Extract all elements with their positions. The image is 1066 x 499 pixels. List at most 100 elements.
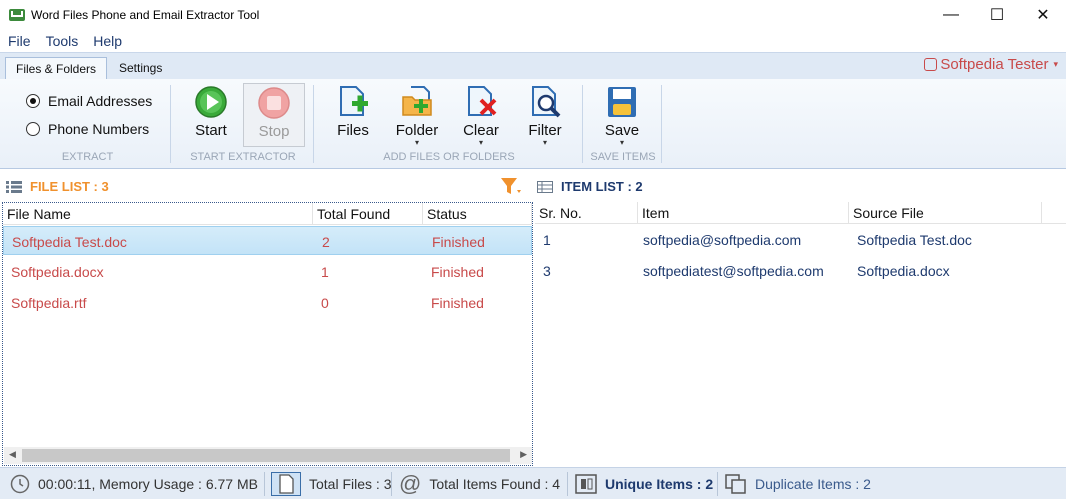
scrollbar-thumb[interactable] bbox=[22, 449, 510, 462]
window-title: Word Files Phone and Email Extractor Too… bbox=[31, 8, 260, 22]
column-source-file[interactable]: Source File bbox=[849, 202, 1042, 224]
status-cell: Finished bbox=[431, 295, 484, 311]
stop-icon bbox=[257, 86, 291, 120]
scroll-right-icon[interactable]: ▶ bbox=[520, 449, 527, 460]
stop-label: Stop bbox=[258, 123, 290, 140]
close-button[interactable]: ✕ bbox=[1020, 0, 1066, 30]
file-icon bbox=[271, 472, 301, 496]
total-found-cell: 0 bbox=[321, 295, 329, 311]
file-name-cell: Softpedia.docx bbox=[11, 264, 104, 280]
total-files-text: Total Files : 3 bbox=[309, 476, 392, 492]
item-list-table-header: Sr. No. Item Source File bbox=[535, 202, 1066, 224]
save-disk-icon bbox=[605, 85, 639, 119]
clear-button[interactable]: Clear ▾ bbox=[450, 83, 512, 147]
list-headers: FILE LIST : 3 ITEM LIST : 2 bbox=[0, 170, 1066, 202]
file-list-table-header: File Name Total Found Status bbox=[3, 203, 532, 225]
time-memory-text: 00:00:11, Memory Usage : 6.77 MB bbox=[38, 476, 258, 492]
radio-phone-label: Phone Numbers bbox=[48, 121, 150, 137]
scroll-left-icon[interactable]: ◀ bbox=[9, 449, 16, 460]
app-mail-icon bbox=[9, 9, 25, 21]
file-row[interactable]: Softpedia Test.doc 2 Finished bbox=[3, 226, 532, 255]
group-label-start-extractor: START EXTRACTOR bbox=[190, 151, 296, 163]
status-separator bbox=[717, 472, 718, 496]
item-row[interactable]: 3 softpediatest@softpedia.com Softpedia.… bbox=[535, 256, 1066, 285]
status-cell: Finished bbox=[431, 264, 484, 280]
file-name-cell: Softpedia.rtf bbox=[11, 295, 87, 311]
menu-file[interactable]: File bbox=[0, 33, 38, 49]
radio-email-addresses[interactable]: Email Addresses bbox=[26, 93, 152, 109]
minimize-button[interactable]: — bbox=[928, 0, 974, 30]
status-total-items: @ Total Items Found : 4 bbox=[399, 468, 560, 499]
filter-funnel-icon[interactable] bbox=[500, 177, 524, 197]
user-menu[interactable]: Softpedia Tester ▾ bbox=[924, 56, 1058, 73]
column-item[interactable]: Item bbox=[638, 202, 849, 224]
item-row[interactable]: 1 softpedia@softpedia.com Softpedia Test… bbox=[535, 225, 1066, 254]
start-button[interactable]: Start bbox=[180, 83, 242, 147]
column-total-found[interactable]: Total Found bbox=[313, 203, 423, 225]
save-button[interactable]: Save ▾ bbox=[591, 83, 653, 147]
status-separator bbox=[264, 472, 265, 496]
ribbon-separator bbox=[313, 85, 314, 163]
source-file-cell: Softpedia Test.doc bbox=[857, 232, 972, 248]
filter-caret-icon: ▾ bbox=[542, 138, 547, 147]
folder-label: Folder bbox=[395, 122, 439, 139]
total-found-cell: 2 bbox=[322, 234, 330, 250]
status-separator bbox=[567, 472, 568, 496]
ribbon-separator bbox=[582, 85, 583, 163]
user-caret-icon: ▾ bbox=[1053, 59, 1058, 69]
menu-bar: File Tools Help bbox=[0, 30, 1066, 52]
stop-button[interactable]: Stop bbox=[243, 83, 305, 147]
sr-no-cell: 3 bbox=[543, 263, 551, 279]
add-folder-icon bbox=[400, 85, 434, 119]
clear-caret-icon: ▾ bbox=[478, 138, 483, 147]
radio-email-label: Email Addresses bbox=[48, 93, 153, 109]
status-unique-items: Unique Items : 2 bbox=[575, 468, 713, 499]
duplicate-items-icon bbox=[725, 474, 746, 494]
table-icon bbox=[537, 180, 553, 193]
duplicate-items-text: Duplicate Items : 2 bbox=[755, 476, 871, 492]
status-total-files: Total Files : 3 bbox=[268, 468, 399, 499]
menu-tools[interactable]: Tools bbox=[38, 33, 86, 49]
clear-label: Clear bbox=[463, 122, 499, 139]
folder-button[interactable]: Folder ▾ bbox=[386, 83, 448, 147]
column-sr-no[interactable]: Sr. No. bbox=[535, 202, 638, 224]
menu-help[interactable]: Help bbox=[85, 33, 129, 49]
folder-caret-icon: ▾ bbox=[414, 138, 419, 147]
total-found-cell: 1 bbox=[321, 264, 329, 280]
add-file-icon bbox=[336, 85, 370, 119]
ribbon: Email Addresses Phone Numbers EXTRACT St… bbox=[0, 79, 1066, 169]
clock-icon bbox=[10, 474, 30, 494]
column-file-name[interactable]: File Name bbox=[3, 203, 313, 225]
user-name: Softpedia Tester bbox=[940, 56, 1049, 73]
files-button[interactable]: Files bbox=[322, 83, 384, 147]
source-file-cell: Softpedia.docx bbox=[857, 263, 950, 279]
group-label-add-files: ADD FILES OR FOLDERS bbox=[383, 151, 515, 163]
radio-phone-numbers[interactable]: Phone Numbers bbox=[26, 121, 149, 137]
tab-settings[interactable]: Settings bbox=[109, 57, 172, 81]
item-list-panel: Sr. No. Item Source File 1 softpedia@sof… bbox=[535, 202, 1066, 466]
play-icon bbox=[194, 85, 228, 119]
status-separator bbox=[391, 472, 392, 496]
file-list-title: FILE LIST : 3 bbox=[30, 179, 109, 194]
group-label-extract: EXTRACT bbox=[61, 151, 114, 163]
file-row[interactable]: Softpedia.docx 1 Finished bbox=[3, 257, 532, 286]
item-list-title: ITEM LIST : 2 bbox=[561, 179, 643, 194]
file-row[interactable]: Softpedia.rtf 0 Finished bbox=[3, 288, 532, 317]
unique-items-text: Unique Items : 2 bbox=[605, 476, 714, 492]
ribbon-separator bbox=[170, 85, 171, 163]
clear-file-icon bbox=[464, 85, 498, 119]
tab-files-folders[interactable]: Files & Folders bbox=[5, 57, 108, 81]
sr-no-cell: 1 bbox=[543, 232, 551, 248]
radio-unselected-icon bbox=[26, 122, 40, 136]
filter-search-icon bbox=[528, 85, 562, 119]
horizontal-scrollbar[interactable]: ◀ ▶ bbox=[4, 447, 532, 464]
item-cell: softpedia@softpedia.com bbox=[643, 232, 802, 248]
files-label: Files bbox=[337, 122, 369, 139]
filter-button[interactable]: Filter ▾ bbox=[514, 83, 576, 147]
column-status[interactable]: Status bbox=[423, 203, 532, 225]
status-bar: 00:00:11, Memory Usage : 6.77 MB Total F… bbox=[0, 467, 1066, 499]
save-caret-icon: ▾ bbox=[619, 138, 624, 147]
maximize-button[interactable]: ☐ bbox=[974, 0, 1020, 30]
list-icon bbox=[6, 180, 22, 193]
ribbon-tabs: Files & Folders Settings Softpedia Teste… bbox=[0, 52, 1066, 81]
